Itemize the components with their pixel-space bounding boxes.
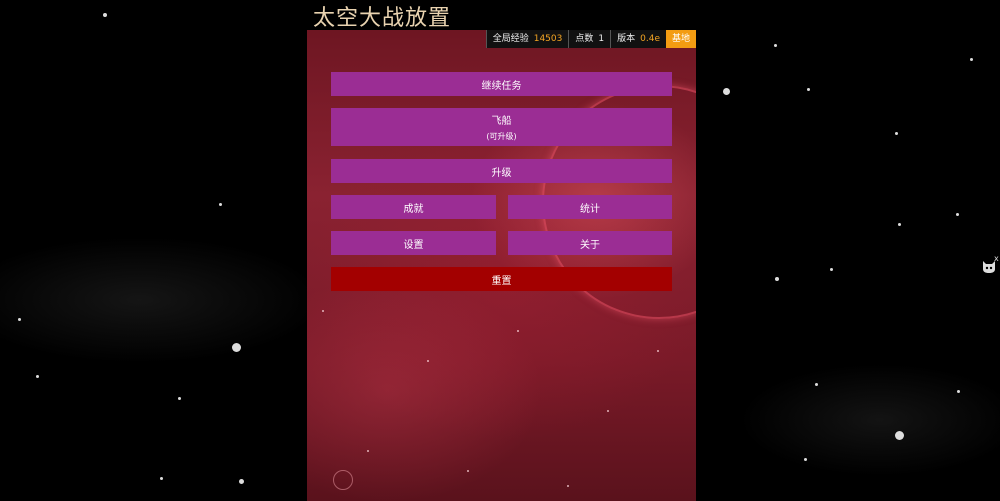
reset-label: 重置 bbox=[491, 275, 512, 287]
achievements-label: 成就 bbox=[403, 203, 424, 215]
game-title: 太空大战放置 bbox=[313, 6, 452, 31]
status-bar: 全局经验 14503 点数 1 版本 0.4e 基地 bbox=[485, 30, 696, 48]
version: 版本 0.4e bbox=[610, 30, 666, 48]
panel-star bbox=[367, 450, 369, 452]
panel-star bbox=[427, 360, 429, 362]
close-icon[interactable]: x bbox=[994, 254, 999, 263]
star bbox=[18, 318, 21, 321]
achievements-button[interactable]: 成就 bbox=[331, 195, 496, 219]
statistics-button[interactable]: 统计 bbox=[508, 195, 672, 219]
about-button[interactable]: 关于 bbox=[508, 231, 672, 255]
star bbox=[774, 44, 777, 47]
statistics-label: 统计 bbox=[580, 203, 600, 215]
star bbox=[178, 397, 181, 400]
star bbox=[807, 88, 810, 91]
star bbox=[895, 431, 904, 440]
star bbox=[830, 268, 833, 271]
star bbox=[957, 390, 960, 393]
version-value: 0.4e bbox=[640, 34, 660, 44]
settings-button[interactable]: 设置 bbox=[331, 231, 496, 255]
star bbox=[775, 277, 779, 281]
panel-star bbox=[517, 330, 519, 332]
star bbox=[970, 58, 973, 61]
ship-button[interactable]: 飞船 (可升级) bbox=[331, 108, 672, 146]
star bbox=[804, 458, 807, 461]
about-label: 关于 bbox=[580, 239, 600, 251]
global-xp: 全局经验 14503 bbox=[485, 30, 569, 48]
star bbox=[36, 375, 39, 378]
ship-label: 飞船 bbox=[491, 116, 512, 127]
panel-star bbox=[657, 350, 659, 352]
ship-sublabel: (可升级) bbox=[486, 132, 517, 141]
panel-star bbox=[467, 470, 469, 472]
points: 点数 1 bbox=[568, 30, 611, 48]
upgrade-label: 升级 bbox=[491, 167, 512, 179]
points-value: 1 bbox=[598, 34, 605, 44]
base-button[interactable]: 基地 bbox=[665, 30, 696, 48]
star bbox=[895, 132, 898, 135]
star bbox=[219, 203, 222, 206]
global-xp-value: 14503 bbox=[533, 34, 563, 44]
star bbox=[956, 213, 959, 216]
star bbox=[103, 13, 107, 17]
panel-star bbox=[322, 310, 324, 312]
moon-decoration bbox=[333, 470, 353, 490]
star bbox=[160, 477, 163, 480]
settings-label: 设置 bbox=[403, 239, 424, 251]
star bbox=[232, 343, 241, 352]
continue-mission-button[interactable]: 继续任务 bbox=[331, 72, 672, 96]
panel-star bbox=[567, 485, 569, 487]
game-panel: 全局经验 14503 点数 1 版本 0.4e 基地 继续任务 飞船 (可升级)… bbox=[307, 30, 696, 501]
star bbox=[723, 88, 730, 95]
panel-star bbox=[607, 410, 609, 412]
upgrade-button[interactable]: 升级 bbox=[331, 159, 672, 183]
star bbox=[815, 383, 818, 386]
reset-button[interactable]: 重置 bbox=[331, 267, 672, 291]
points-label: 点数 bbox=[575, 34, 594, 44]
continue-mission-label: 继续任务 bbox=[481, 80, 522, 92]
global-xp-label: 全局经验 bbox=[492, 34, 529, 44]
star bbox=[898, 223, 901, 226]
version-label: 版本 bbox=[617, 34, 636, 44]
star bbox=[239, 479, 244, 484]
